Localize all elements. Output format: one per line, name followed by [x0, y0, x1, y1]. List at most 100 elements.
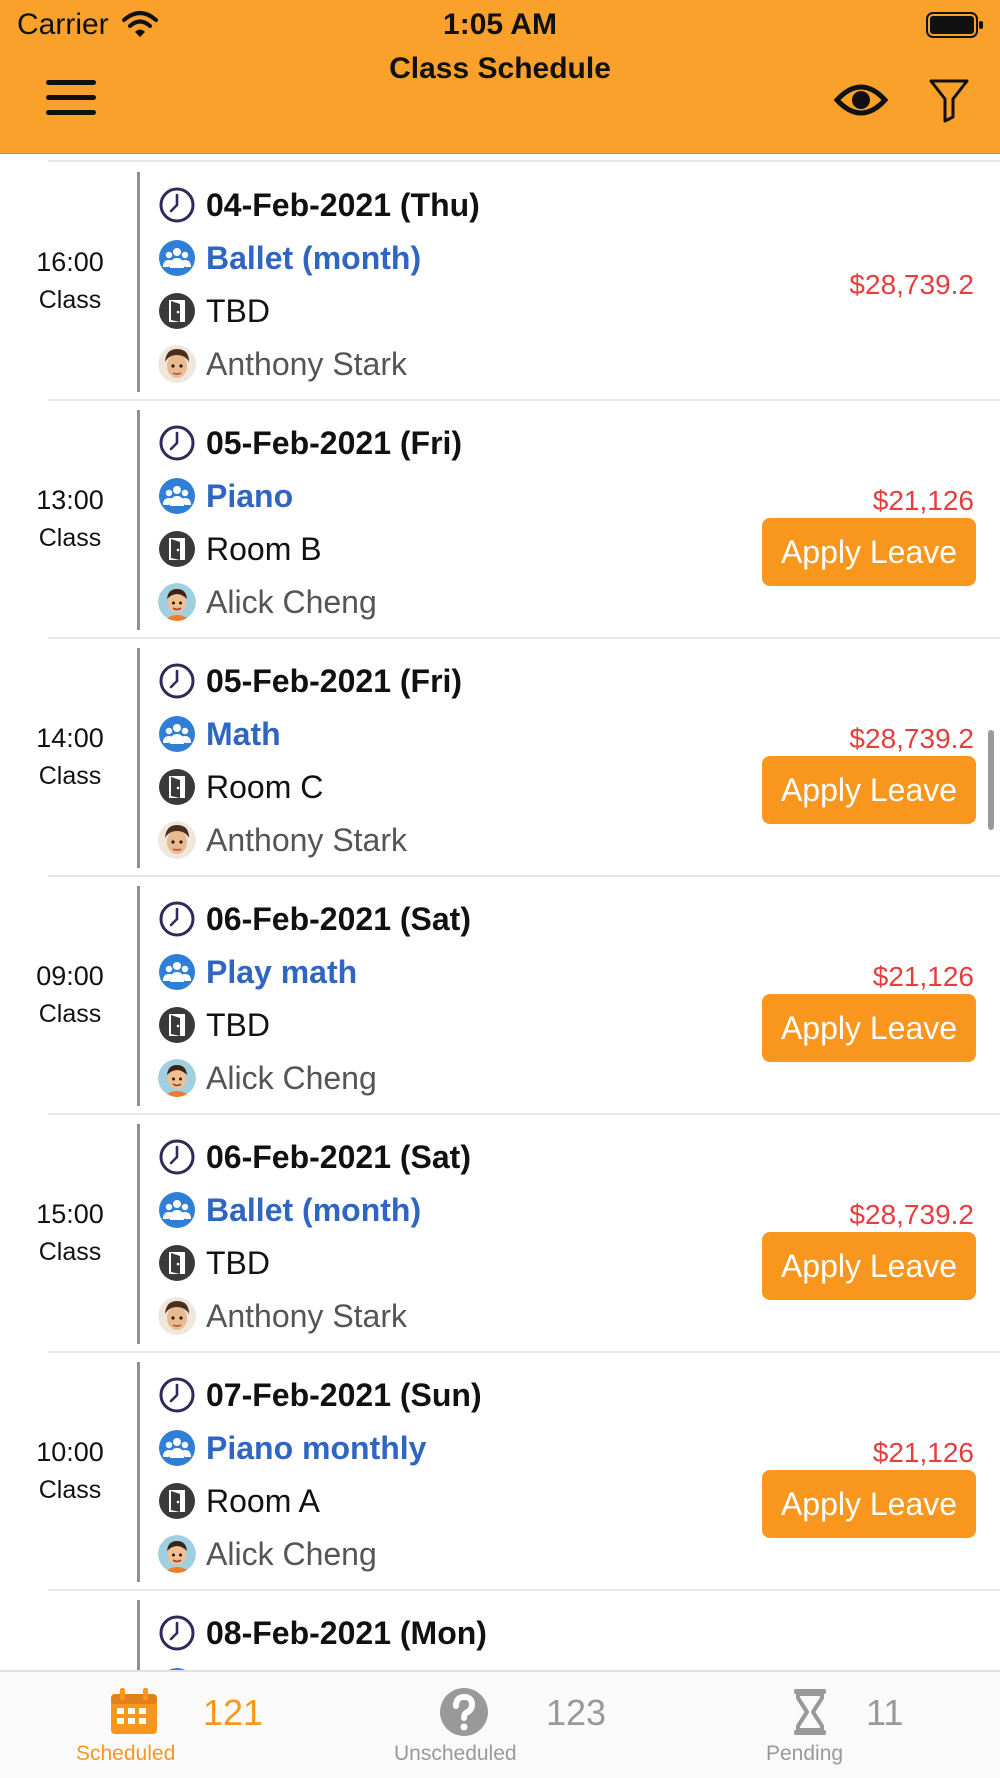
tab-label: Pending [766, 1742, 844, 1765]
door-icon [158, 292, 196, 330]
tab-count: 11 [866, 1692, 904, 1733]
eye-icon[interactable] [834, 80, 888, 120]
class-date: 08-Feb-2021 (Mon) [206, 1614, 487, 1651]
avatar [158, 1059, 196, 1097]
tab-bar: Scheduled 121 Unscheduled 123 Pending 11 [0, 1670, 1000, 1778]
schedule-row[interactable]: 13:00 Class 05-Feb-2021 (Fri) Piano Room B Al… [0, 401, 1000, 639]
clock-icon [158, 424, 196, 462]
tab-scheduled[interactable]: Scheduled 121 [60, 1672, 280, 1778]
question-icon [440, 1688, 488, 1736]
apply-leave-button[interactable]: Apply Leave [762, 518, 976, 586]
door-icon [158, 768, 196, 806]
schedule-row[interactable]: 08-Feb-2021 (Mon)English$10,704 [0, 1591, 1000, 1670]
hamburger-menu-icon[interactable] [46, 80, 96, 120]
schedule-row[interactable]: 14:00 Class 05-Feb-2021 (Fri) Math Room C Ant… [0, 639, 1000, 877]
avatar [158, 1535, 196, 1573]
class-time: 10:00 [36, 1437, 104, 1467]
room-name: TBD [206, 1006, 270, 1043]
teacher-name: Anthony Stark [206, 345, 407, 382]
divider [137, 1362, 140, 1582]
class-price: $28,739.2 [849, 723, 974, 754]
apply-leave-button[interactable]: Apply Leave [762, 994, 976, 1062]
tab-pending[interactable]: Pending 11 [750, 1672, 950, 1778]
class-date: 06-Feb-2021 (Sat) [206, 900, 471, 937]
course-name[interactable]: Math [206, 716, 281, 753]
scrollbar[interactable] [988, 730, 994, 830]
class-kind: Class [38, 1238, 102, 1266]
apply-leave-button[interactable]: Apply Leave [762, 1232, 976, 1300]
class-kind: Class [38, 1476, 102, 1504]
clock-icon [158, 186, 196, 224]
course-name[interactable]: Piano monthly [206, 1430, 426, 1467]
class-time: 09:00 [36, 961, 104, 991]
door-icon [158, 1244, 196, 1282]
course-name[interactable]: Ballet (month) [206, 1192, 421, 1229]
avatar [158, 583, 196, 621]
class-price: $21,126 [872, 1437, 974, 1468]
class-kind: Class [38, 1000, 102, 1028]
tab-count: 121 [203, 1692, 264, 1733]
teacher-name: Alick Cheng [206, 1059, 377, 1096]
room-name: TBD [206, 1244, 270, 1281]
time-column: 15:00 Class [0, 1199, 140, 1267]
class-price: $21,126 [872, 485, 974, 516]
teacher-name: Alick Cheng [206, 1535, 377, 1572]
divider [137, 886, 140, 1106]
clock-icon [158, 662, 196, 700]
class-kind: Class [38, 524, 102, 552]
room-name: TBD [206, 292, 270, 329]
apply-leave-button[interactable]: Apply Leave [762, 756, 976, 824]
class-time: 13:00 [36, 485, 104, 515]
schedule-row[interactable]: 10:00 Class 07-Feb-2021 (Sun) Piano monthly… [0, 1353, 1000, 1591]
time-column: 16:00 Class [0, 247, 140, 315]
nav-header: Carrier 1:05 AM Class Schedule [0, 0, 1000, 154]
schedule-row[interactable]: 16:00 Class 04-Feb-2021 (Thu) Ballet (month… [0, 163, 1000, 401]
divider [48, 160, 1000, 162]
tab-label: Unscheduled [394, 1742, 517, 1765]
avatar [158, 821, 196, 859]
class-time: 14:00 [36, 723, 104, 753]
class-price: $21,126 [872, 961, 974, 992]
clock-icon [158, 1138, 196, 1176]
avatar [158, 345, 196, 383]
class-date: 07-Feb-2021 (Sun) [206, 1376, 482, 1413]
group-people-icon [158, 715, 196, 753]
teacher-name: Anthony Stark [206, 1297, 407, 1334]
teacher-name: Anthony Stark [206, 821, 407, 858]
group-people-icon [158, 1429, 196, 1467]
door-icon [158, 530, 196, 568]
schedule-row[interactable]: 09:00 Class 06-Feb-2021 (Sat) Play math TBD A… [0, 877, 1000, 1115]
course-name[interactable]: Play math [206, 954, 357, 991]
teacher-name: Alick Cheng [206, 583, 377, 620]
status-bar: Carrier 1:05 AM [0, 0, 1000, 50]
room-name: Room C [206, 768, 324, 805]
divider [137, 172, 140, 392]
class-date: 05-Feb-2021 (Fri) [206, 662, 463, 699]
group-people-icon [158, 239, 196, 277]
divider [137, 1124, 140, 1344]
apply-leave-button[interactable]: Apply Leave [762, 1470, 976, 1538]
class-date: 05-Feb-2021 (Fri) [206, 424, 463, 461]
clock-icon [158, 1376, 196, 1414]
time-column: 14:00 Class [0, 723, 140, 791]
clock-icon [158, 900, 196, 938]
tab-label: Scheduled [76, 1742, 176, 1765]
course-name[interactable]: Piano [206, 478, 293, 515]
tab-count: 123 [546, 1692, 607, 1733]
room-name: Room A [206, 1482, 320, 1519]
time-column: 13:00 Class [0, 485, 140, 553]
course-name[interactable]: Ballet (month) [206, 240, 421, 277]
schedule-list[interactable]: 16:00 Class 04-Feb-2021 (Thu) Ballet (month… [0, 155, 1000, 1670]
room-name: Room B [206, 530, 322, 567]
class-time: 16:00 [36, 247, 104, 277]
class-time: 15:00 [36, 1199, 104, 1229]
status-time: 1:05 AM [443, 8, 557, 41]
calendar-icon [111, 1688, 157, 1734]
class-price: $28,739.2 [849, 269, 974, 300]
schedule-row[interactable]: 15:00 Class 06-Feb-2021 (Sat) Ballet (month… [0, 1115, 1000, 1353]
time-column: 09:00 Class [0, 961, 140, 1029]
filter-icon[interactable] [928, 77, 970, 123]
tab-unscheduled[interactable]: Unscheduled 123 [380, 1672, 630, 1778]
class-date: 06-Feb-2021 (Sat) [206, 1138, 471, 1175]
class-price: $28,739.2 [849, 1199, 974, 1230]
